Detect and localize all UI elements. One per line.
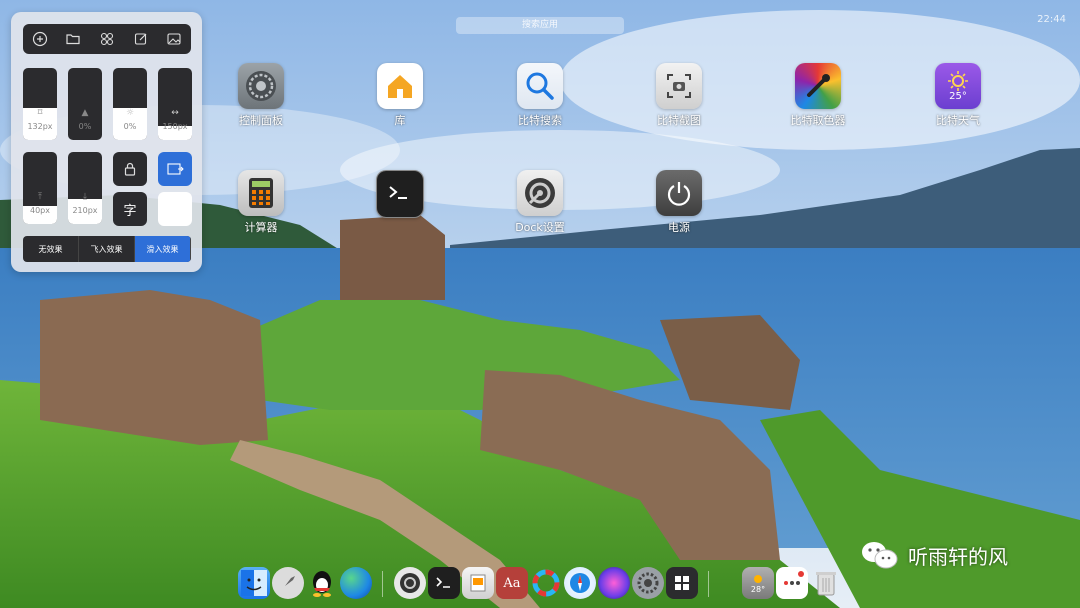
top-search-bar[interactable]: 搜索应用 xyxy=(456,17,624,34)
settings-gear-icon xyxy=(238,63,284,109)
add-icon[interactable] xyxy=(31,30,49,48)
layout-toggle-button[interactable] xyxy=(158,152,192,186)
system-preferences-icon[interactable] xyxy=(632,567,664,599)
effect-option-fly-in[interactable]: 飞入效果 xyxy=(79,236,135,262)
sun-icon: ☼ xyxy=(125,108,135,118)
slider-value: 150px xyxy=(162,122,188,131)
slider-value: 132px xyxy=(27,122,53,131)
arrow-up-bar-icon: ⤒ xyxy=(38,192,42,202)
safari-compass-icon[interactable] xyxy=(564,567,596,599)
app-bit-screenshot[interactable]: 比特截图 xyxy=(629,63,729,128)
horizontal-arrows-icon: ↔ xyxy=(171,108,179,118)
apps-icon[interactable] xyxy=(98,30,116,48)
power-icon xyxy=(656,170,702,216)
app-label: 比特搜索 xyxy=(518,114,562,127)
dock-settings-icon xyxy=(517,170,563,216)
app-calculator[interactable]: 计算器 xyxy=(211,170,311,235)
app-label: 比特取色器 xyxy=(790,114,846,127)
app-label: 控制面板 xyxy=(239,114,283,127)
effect-option-slide-in[interactable]: 滑入效果 xyxy=(135,236,191,262)
slider-value: 0% xyxy=(78,122,92,131)
spacing-slider[interactable]: ↔ 150px xyxy=(158,68,192,140)
bottom-margin-slider[interactable]: ⤓ 210px xyxy=(68,152,102,224)
color-picker-icon xyxy=(795,63,841,109)
dock-separator xyxy=(708,571,709,597)
preview-icon[interactable] xyxy=(462,567,494,599)
search-icon xyxy=(517,63,563,109)
edit-icon[interactable] xyxy=(132,30,150,48)
app-library[interactable]: 库 xyxy=(350,63,450,128)
app-power[interactable]: 电源 xyxy=(629,170,729,235)
watermark-text: 听雨轩的风 xyxy=(908,544,1008,569)
app-control-panel[interactable]: 控制面板 xyxy=(211,63,311,128)
launchpad-rocket-icon[interactable] xyxy=(272,567,304,599)
app-dock-settings[interactable]: Dock设置 xyxy=(490,170,590,235)
resize-icon: ⌑ xyxy=(37,108,43,118)
dock-weather-icon[interactable]: 28° xyxy=(742,567,774,599)
lock-button[interactable] xyxy=(113,152,147,186)
dock-weather-temp: 28° xyxy=(750,584,766,594)
wechat-watermark: 听雨轩的风 xyxy=(860,540,1008,570)
dock: Aa 28° xyxy=(230,563,850,605)
app-terminal[interactable] xyxy=(350,170,450,221)
clock: 22:44 xyxy=(1037,14,1066,25)
panel-toolbar xyxy=(23,24,191,54)
brightness-slider[interactable]: ☼ 0% xyxy=(113,68,147,140)
slider-value: 40px xyxy=(30,206,50,215)
wechat-icon xyxy=(862,542,898,569)
app-label: 比特截图 xyxy=(657,114,701,127)
reminders-icon[interactable] xyxy=(776,567,808,599)
trash-icon[interactable] xyxy=(810,567,842,599)
lifebuoy-icon[interactable] xyxy=(530,567,562,599)
app-bit-color-picker[interactable]: 比特取色器 xyxy=(768,63,868,128)
calculator-icon xyxy=(238,170,284,216)
control-panel: ⌑ 132px ▲ 0% ☼ 0% ↔ 150px ⤒ 40px ⤓ 210px… xyxy=(11,12,202,272)
screenshot-icon xyxy=(656,63,702,109)
weather-icon: 25° xyxy=(935,63,981,109)
image-icon[interactable] xyxy=(165,30,183,48)
app-label: 库 xyxy=(394,114,406,127)
app-bit-weather[interactable]: 25° 比特天气 xyxy=(908,63,1008,128)
opacity-slider[interactable]: ▲ 0% xyxy=(68,68,102,140)
terminal-icon xyxy=(376,170,424,218)
dock-separator xyxy=(382,571,383,597)
dictionary-icon[interactable]: Aa xyxy=(496,567,528,599)
finder-icon[interactable] xyxy=(238,567,270,599)
home-icon xyxy=(377,63,423,109)
qq-penguin-icon[interactable] xyxy=(306,567,338,599)
lock-icon xyxy=(124,162,136,176)
windows-start-icon[interactable] xyxy=(666,567,698,599)
terminal-icon[interactable] xyxy=(428,567,460,599)
window-resize-icon xyxy=(167,163,184,175)
app-bit-search[interactable]: 比特搜索 xyxy=(490,63,590,128)
folder-icon[interactable] xyxy=(64,30,82,48)
edge-browser-icon[interactable] xyxy=(340,567,372,599)
siri-icon[interactable] xyxy=(598,567,630,599)
font-button[interactable]: 字 xyxy=(113,192,147,226)
weather-temp: 25° xyxy=(949,91,967,102)
triangle-icon: ▲ xyxy=(81,108,89,118)
color-swatch-button[interactable] xyxy=(158,192,192,226)
app-label: 比特天气 xyxy=(936,114,980,127)
app-label: 计算器 xyxy=(244,221,278,234)
icon-size-slider[interactable]: ⌑ 132px xyxy=(23,68,57,140)
effect-option-none[interactable]: 无效果 xyxy=(23,236,79,262)
slider-value: 0% xyxy=(123,122,137,131)
app-label: Dock设置 xyxy=(515,221,565,234)
arrow-down-bar-icon: ⤓ xyxy=(83,192,87,202)
effects-segmented-control: 无效果 飞入效果 滑入效果 xyxy=(23,236,191,262)
app-label: 电源 xyxy=(668,221,690,234)
slider-value: 210px xyxy=(72,206,98,215)
top-margin-slider[interactable]: ⤒ 40px xyxy=(23,152,57,224)
dock-settings-icon[interactable] xyxy=(394,567,426,599)
